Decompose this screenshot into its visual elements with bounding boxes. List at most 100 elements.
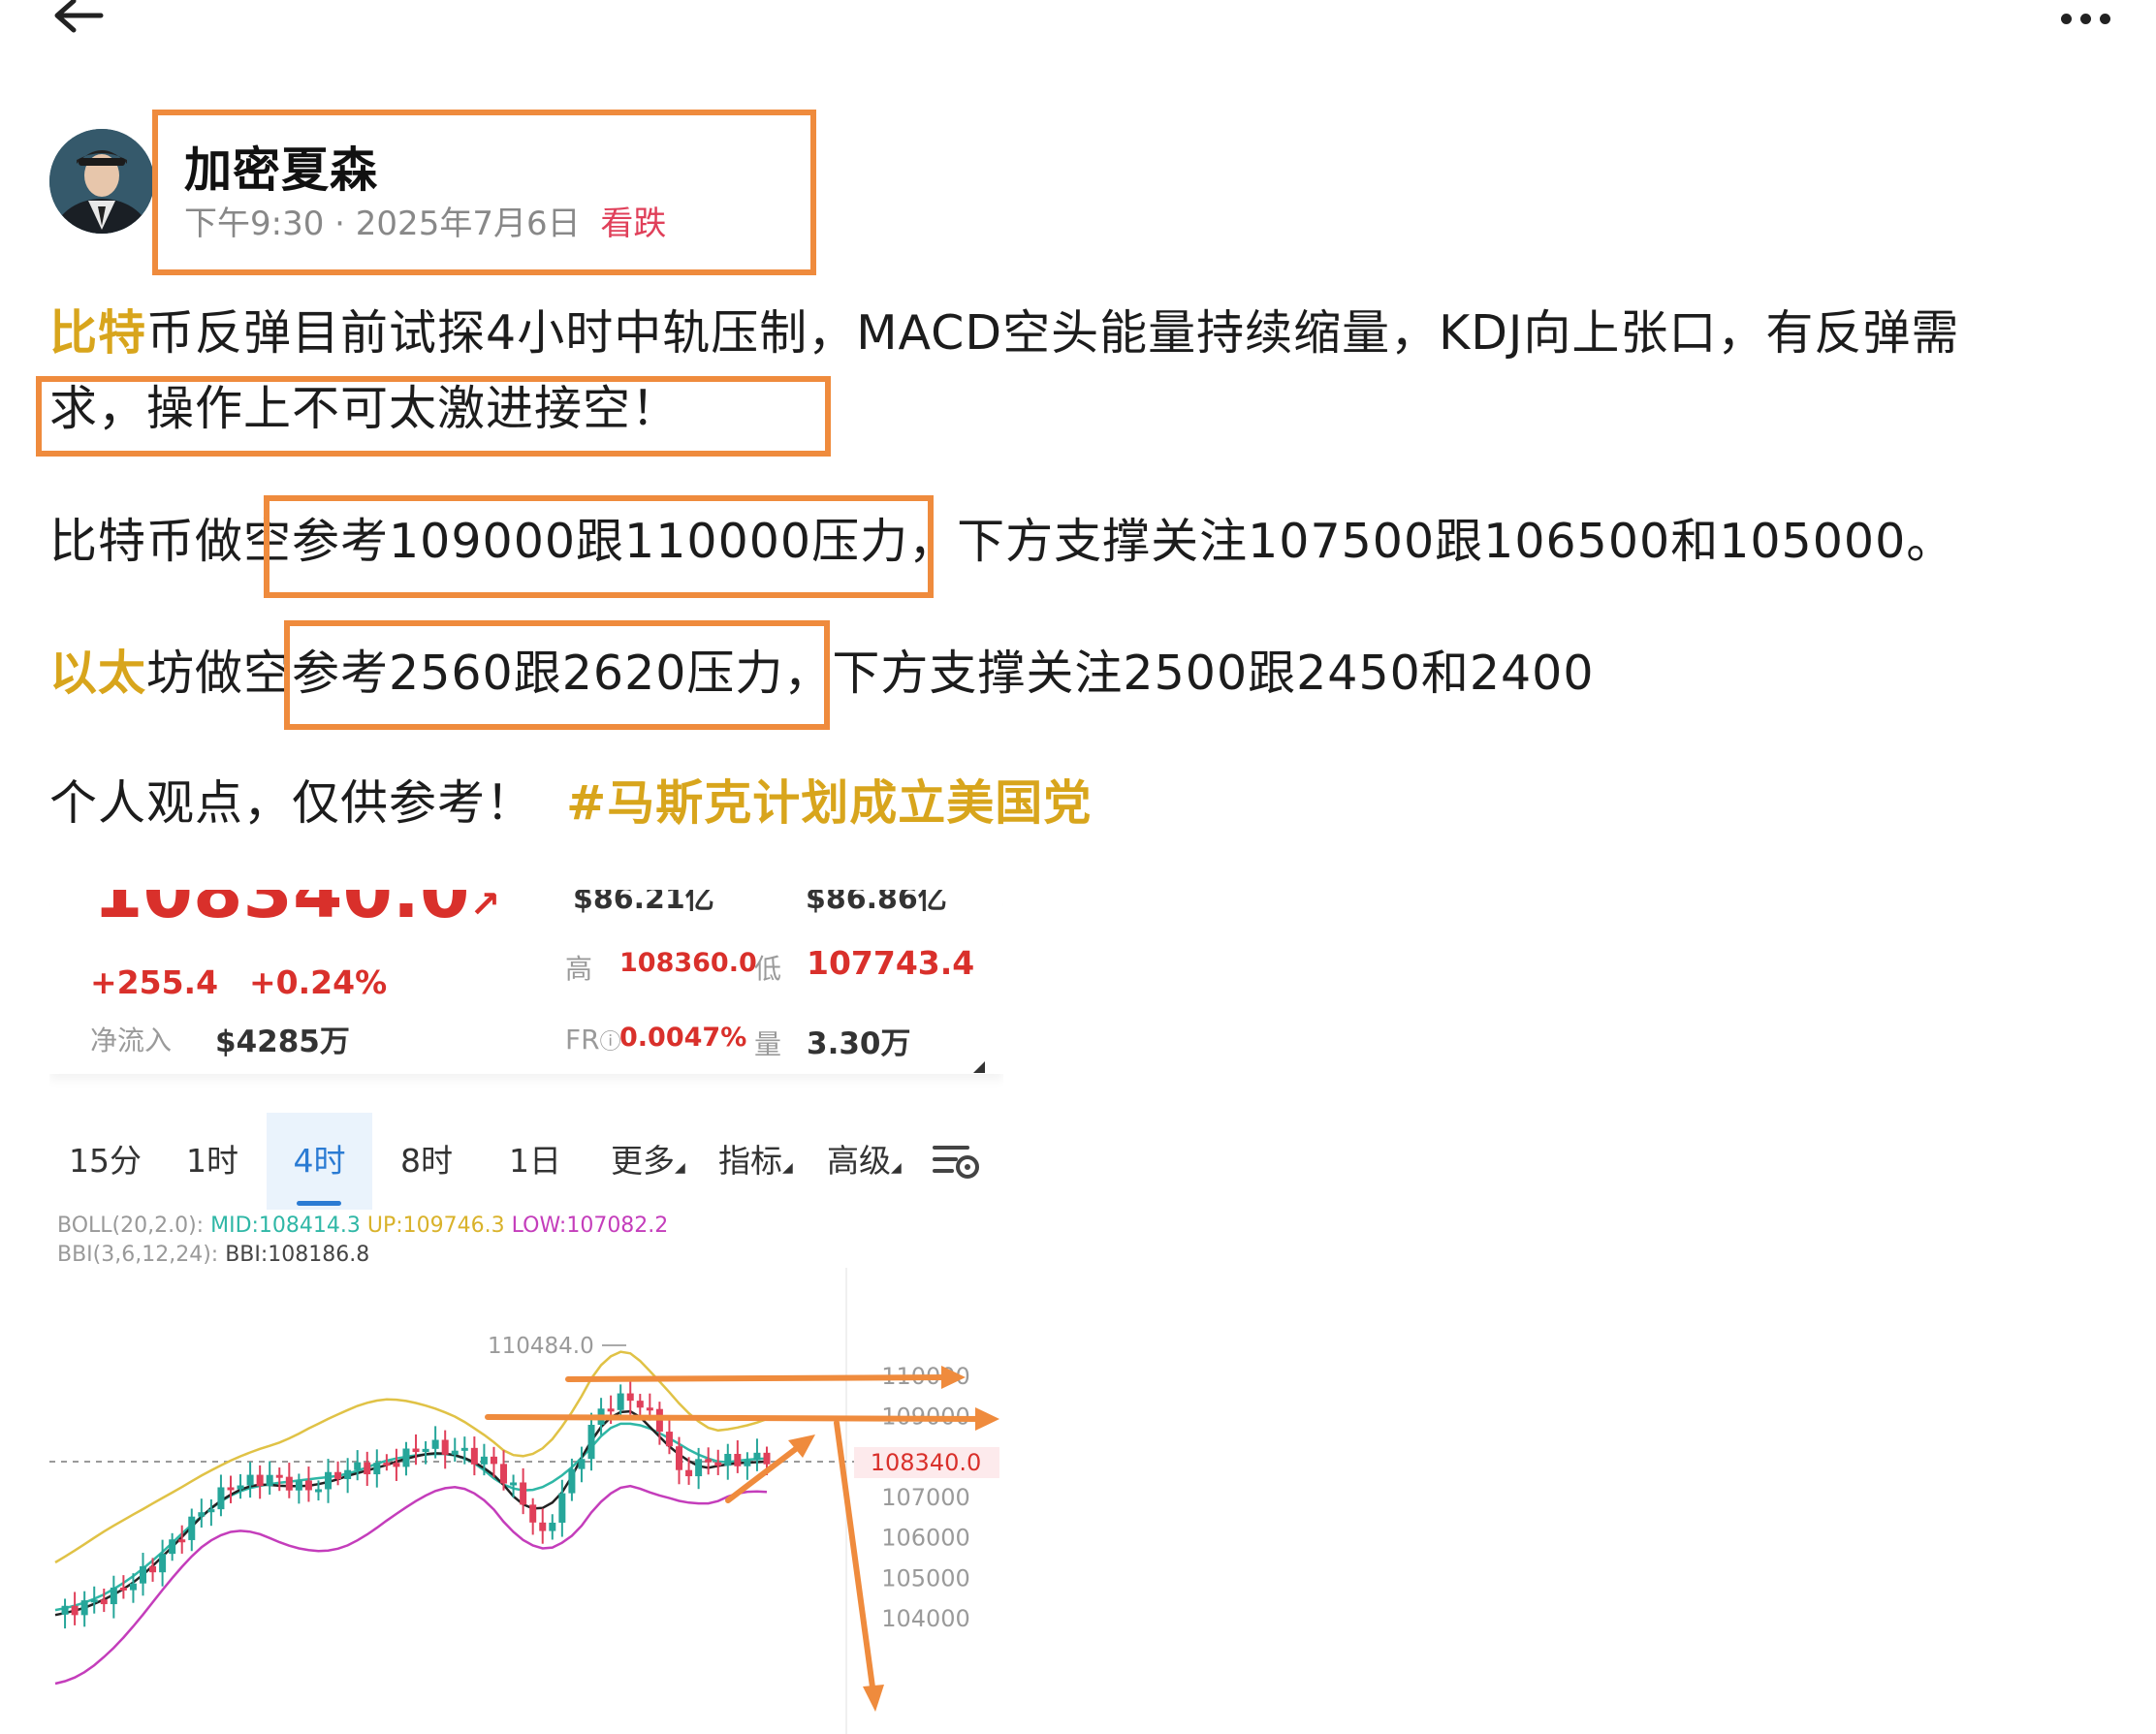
candle-body — [500, 1464, 508, 1484]
candle-body — [470, 1447, 478, 1465]
candle-body — [139, 1565, 146, 1584]
candle-body — [520, 1482, 527, 1505]
candle-body — [71, 1605, 79, 1616]
expand-corner-icon[interactable] — [972, 1060, 986, 1074]
last-price: 108340.0↗ — [93, 890, 501, 934]
avatar[interactable] — [49, 129, 154, 234]
high-label: 高 — [565, 953, 593, 985]
arrow-110000 — [565, 1374, 954, 1382]
candle-body — [607, 1408, 615, 1412]
y-axis-ticks: 1100001090001080001070001060001050001040… — [881, 1363, 970, 1632]
tab-1h[interactable]: 1时 — [186, 1113, 238, 1210]
tab-indicators[interactable]: 指标◢ — [718, 1113, 793, 1210]
candle-body — [129, 1583, 137, 1591]
candle-body — [549, 1522, 556, 1531]
candle-body — [198, 1512, 206, 1517]
candle-body — [383, 1463, 391, 1466]
candle-body — [188, 1516, 196, 1540]
candle-body — [695, 1459, 703, 1477]
y-tick-label: 106000 — [881, 1525, 970, 1552]
candle-body — [422, 1448, 429, 1453]
volume-label: 量 — [754, 1028, 782, 1060]
candle-body — [451, 1450, 459, 1455]
tab-advanced[interactable]: 高级◢ — [827, 1113, 902, 1210]
post-time: 下午9:30 — [184, 205, 325, 243]
candle-body — [314, 1489, 322, 1493]
funding-rate-value: 0.0047% — [619, 1023, 747, 1053]
hashtag-link[interactable]: #马斯克计划成立美国党 — [566, 775, 1092, 831]
candle-body — [539, 1522, 547, 1531]
net-inflow-label: 净流入 — [90, 1025, 173, 1056]
tab-8h[interactable]: 8时 — [400, 1113, 453, 1210]
more-options-icon[interactable] — [2057, 4, 2115, 33]
candle-body — [100, 1599, 108, 1605]
annotation-box-caution — [36, 376, 831, 457]
y-tick-label: 105000 — [881, 1564, 970, 1592]
candle-body — [558, 1493, 566, 1523]
back-arrow-icon[interactable] — [48, 0, 107, 39]
candle-body — [266, 1474, 273, 1487]
candle-body — [744, 1460, 751, 1466]
post-date: 2025年7月6日 — [355, 205, 581, 243]
y-tick-label: 107000 — [881, 1484, 970, 1511]
candle-body — [578, 1459, 586, 1469]
candle-body — [354, 1462, 362, 1470]
turnover-partial-right: $86.86亿 — [806, 890, 947, 916]
chart-screenshot[interactable]: 108340.0↗ $86.21亿 $86.86亿 +255.4 +0.24% … — [49, 890, 1003, 1734]
change-absolute: +255.4 — [90, 963, 219, 1001]
candle-body — [714, 1462, 722, 1466]
tab-1d[interactable]: 1日 — [509, 1113, 561, 1210]
candle-body — [90, 1599, 98, 1603]
bbi-indicator-line: BBI(3,6,12,24): BBI:108186.8 — [57, 1243, 370, 1267]
candle-body — [724, 1454, 732, 1466]
arrow-109000 — [485, 1414, 988, 1422]
candle-body — [344, 1469, 352, 1480]
candle-body — [676, 1446, 683, 1470]
candle-body — [490, 1456, 497, 1465]
high-value: 108360.0 — [619, 948, 757, 978]
boll-indicator-line: BOLL(20,2.0): MID:108414.3 UP:109746.3 L… — [57, 1214, 669, 1238]
candle-body — [393, 1463, 400, 1467]
candle-body — [480, 1456, 488, 1465]
candle-body — [373, 1463, 381, 1475]
disclaimer-text: 个人观点，仅供参考！ — [49, 775, 535, 831]
annotation-box-eth-resistance — [284, 620, 830, 730]
volume-value: 3.30万 — [807, 1026, 911, 1061]
tab-more[interactable]: 更多◢ — [611, 1113, 685, 1210]
candle-body — [110, 1587, 117, 1605]
candle-body — [734, 1454, 742, 1466]
candlestick-chart[interactable]: 1100001090001080001070001060001050001040… — [49, 1268, 1003, 1734]
price-tag: 108340.0 — [871, 1449, 982, 1476]
post-paragraph-1: 比特币反弹目前试探4小时中轨压制，MACD空头能量持续缩量，KDJ向上张口，有反… — [49, 296, 1959, 371]
turnover-partial-left: $86.21亿 — [573, 890, 714, 916]
candle-body — [246, 1474, 254, 1486]
candle-body — [568, 1468, 576, 1494]
annotation-box-btc-resistance — [264, 495, 934, 598]
candle-body — [529, 1504, 537, 1523]
candle-body — [763, 1452, 771, 1465]
author-name[interactable]: 加密夏森 — [184, 132, 378, 201]
peak-label: 110484.0 — [488, 1334, 594, 1359]
post-paragraph-4: 个人观点，仅供参考！ #马斯克计划成立美国党 — [49, 766, 1092, 841]
candle-body — [705, 1459, 713, 1463]
funding-rate-label: FRⓘ — [565, 1024, 621, 1056]
candle-body — [587, 1424, 595, 1460]
net-inflow-value: $4285万 — [215, 1025, 350, 1059]
candle-body — [412, 1448, 420, 1453]
chart-settings-icon[interactable] — [933, 1142, 981, 1184]
candle-body — [304, 1480, 312, 1491]
candle-body — [80, 1600, 88, 1616]
candle-body — [227, 1487, 235, 1491]
post-meta: 下午9:30 · 2025年7月6日 看跌 — [184, 197, 666, 244]
candle-body — [646, 1407, 653, 1411]
candle-body — [295, 1480, 302, 1491]
tab-15m[interactable]: 15分 — [69, 1113, 142, 1210]
candle-body — [460, 1447, 468, 1451]
candle-body — [119, 1587, 127, 1591]
meta-separator: · — [334, 205, 356, 243]
sentiment-badge: 看跌 — [600, 205, 667, 243]
price-summary-card: 108340.0↗ $86.21亿 $86.86亿 +255.4 +0.24% … — [49, 890, 1003, 1074]
tab-4h[interactable]: 4时 — [267, 1113, 372, 1210]
candle-body — [364, 1462, 371, 1475]
candle-body — [217, 1487, 225, 1510]
